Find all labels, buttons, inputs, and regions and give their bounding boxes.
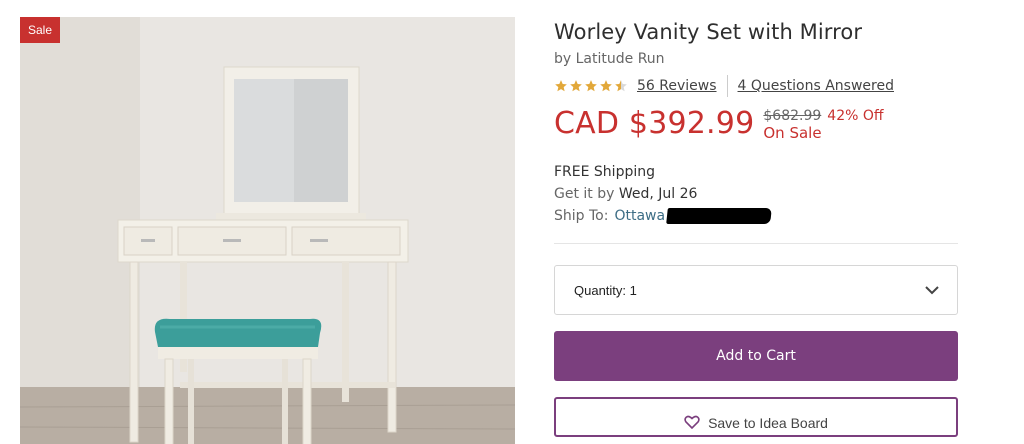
chevron-down-icon xyxy=(925,285,939,295)
discount-label: 42% Off xyxy=(827,108,884,124)
product-title: Worley Vanity Set with Mirror xyxy=(554,20,863,44)
star-icon xyxy=(569,79,583,93)
reviews-link[interactable]: 56 Reviews xyxy=(637,78,717,94)
redaction-mark xyxy=(666,208,772,224)
ship-to-label: Ship To: xyxy=(554,208,609,224)
delivery-date: Wed, Jul 26 xyxy=(618,186,698,202)
shipping-info: FREE Shipping Get it by Wed, Jul 26 Ship… xyxy=(554,161,958,227)
ship-to: Ship To: Ottawa xyxy=(554,205,958,227)
half-star-icon xyxy=(614,79,628,93)
sale-status: On Sale xyxy=(763,124,822,142)
original-price: $682.99 xyxy=(763,108,822,124)
delivery-estimate: Get it by Wed, Jul 26 xyxy=(554,183,958,205)
add-to-cart-button[interactable]: Add to Cart xyxy=(554,331,958,381)
star-icon xyxy=(599,79,613,93)
star-icon xyxy=(584,79,598,93)
rating-row: 56 Reviews 4 Questions Answered xyxy=(554,74,958,98)
free-shipping: FREE Shipping xyxy=(554,164,655,180)
current-price: CAD $392.99 xyxy=(554,106,755,141)
quantity-select[interactable]: Quantity: 1 xyxy=(554,265,958,315)
heart-icon xyxy=(684,415,700,429)
star-rating[interactable] xyxy=(554,79,628,93)
vanity-photo xyxy=(20,17,515,444)
price-meta: $682.99 42% Off On Sale xyxy=(763,108,883,142)
divider xyxy=(726,75,728,97)
product-details: Worley Vanity Set with Mirror by Latitud… xyxy=(554,17,958,437)
ship-to-city[interactable]: Ottawa xyxy=(614,205,665,227)
save-to-idea-board-label: Save to Idea Board xyxy=(708,415,828,431)
product-image[interactable]: Sale xyxy=(20,17,515,444)
star-icon xyxy=(554,79,568,93)
delivery-prefix: Get it by xyxy=(554,186,619,202)
save-to-idea-board-button[interactable]: Save to Idea Board xyxy=(554,397,958,437)
quantity-label: Quantity: 1 xyxy=(574,282,637,298)
questions-link[interactable]: 4 Questions Answered xyxy=(738,78,894,94)
price-row: CAD $392.99 $682.99 42% Off On Sale xyxy=(554,105,958,149)
section-divider xyxy=(554,243,958,244)
product-brand[interactable]: by Latitude Run xyxy=(554,50,958,68)
sale-badge: Sale xyxy=(20,17,61,43)
